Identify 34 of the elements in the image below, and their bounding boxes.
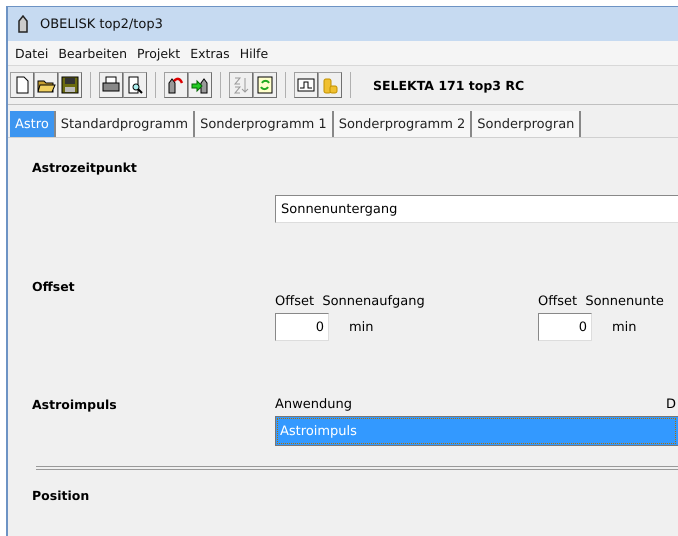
section-heading: Offset <box>32 279 76 294</box>
field-label: D <box>666 397 676 412</box>
menu-item[interactable]: Datei <box>10 46 54 60</box>
print-preview-icon[interactable] <box>123 72 147 98</box>
window-title: OBELISK top2/top3 <box>40 16 163 32</box>
section-heading: Position <box>32 488 90 503</box>
open-folder-icon[interactable] <box>34 72 58 98</box>
unit-label: min <box>349 320 374 334</box>
device-name: SELEKTA 171 top3 RC <box>373 78 524 92</box>
field-label: Offset Sonnenunte <box>538 294 665 309</box>
section-heading: Astroimpuls <box>32 397 118 414</box>
astro-time-field[interactable]: Sonnenuntergang <box>275 195 678 223</box>
app-icon <box>18 15 28 33</box>
sort-icon[interactable] <box>229 72 253 98</box>
field-label: Offset Sonnenaufgang <box>275 294 426 309</box>
tab[interactable]: Sonderprogramm 2 <box>334 111 472 137</box>
offset-input[interactable]: 0 <box>275 313 329 341</box>
menu-item[interactable]: Projekt <box>132 46 186 60</box>
save-icon[interactable] <box>58 72 82 98</box>
section-heading: Astrozeitpunkt <box>32 160 138 175</box>
tab[interactable]: Standardprogramm <box>56 111 196 137</box>
unit-label: min <box>612 320 637 334</box>
menu-item[interactable]: Hilfe <box>234 46 274 60</box>
new-file-icon[interactable] <box>10 72 34 98</box>
tab[interactable]: Sonderprogramm 1 <box>195 111 334 137</box>
offset-input[interactable]: 0 <box>538 313 592 341</box>
coins-icon[interactable] <box>318 72 342 98</box>
menu-item[interactable]: Extras <box>185 46 235 60</box>
tab[interactable]: Sonderprogran <box>472 111 582 137</box>
field-label: Anwendung <box>275 397 352 412</box>
refresh-icon[interactable] <box>253 72 277 98</box>
menu-item[interactable]: Bearbeiten <box>53 46 132 60</box>
print-icon[interactable] <box>99 72 123 98</box>
pulse-icon[interactable] <box>294 72 318 98</box>
